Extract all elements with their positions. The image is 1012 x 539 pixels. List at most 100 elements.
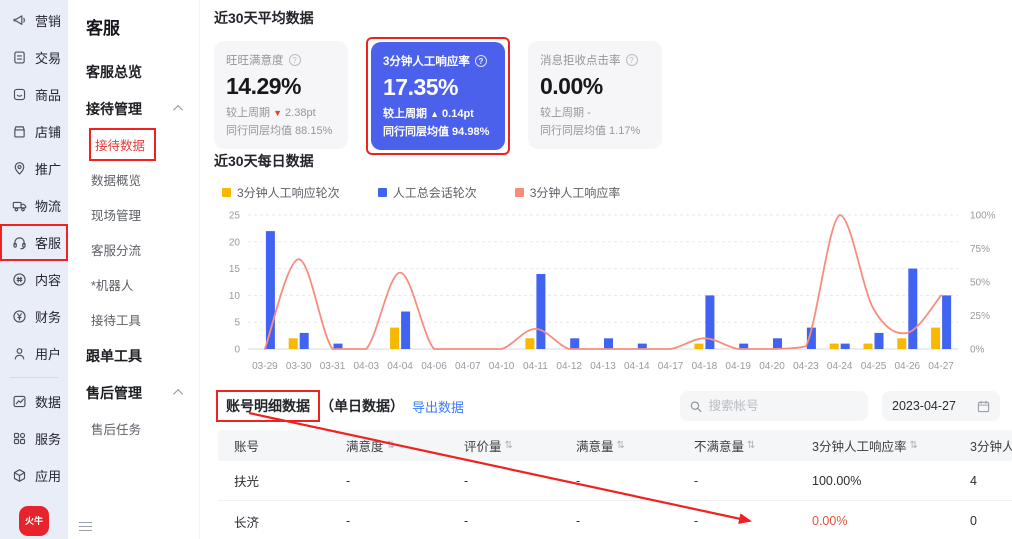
rail-item-megaphone[interactable]: 营销 xyxy=(0,2,68,39)
main-content: 近30天平均数据 旺旺满意度? 14.29% 较上周期 ▼ 2.38pt 同行同层均值… xyxy=(200,0,1012,539)
sidenav-item-接待数据[interactable]: 接待数据 xyxy=(86,127,199,162)
sidenav-item-接待工具[interactable]: 接待工具 xyxy=(86,302,199,337)
sidenav-item-数据概览[interactable]: 数据概览 xyxy=(86,162,199,197)
goods-icon xyxy=(13,88,26,101)
sort-icon[interactable]: ⇅ xyxy=(617,440,625,451)
sidenav-item-label: *机器人 xyxy=(91,279,134,293)
column-header-3分钟人工响应率[interactable]: 3分钟人工响应率 ⇅ xyxy=(796,430,954,461)
sidenav-item-客服分流[interactable]: 客服分流 xyxy=(86,232,199,267)
legend-swatch xyxy=(377,188,387,197)
chevron-up-icon[interactable] xyxy=(173,388,184,399)
sort-icon[interactable]: ⇅ xyxy=(505,440,513,451)
svg-text:0: 0 xyxy=(234,345,240,356)
rail-item-label: 客服 xyxy=(35,236,62,251)
table-row: 长济 - - - - 0.00% 0 xyxy=(218,501,1012,539)
metric-card-消息拒收点击率[interactable]: 消息拒收点击率? 0.00% 较上周期 - 同行同层均值 1.17% xyxy=(528,41,662,149)
table-row: 扶光 - - - - 100.00% 4 xyxy=(218,461,1012,501)
rail-item-document[interactable]: 交易 xyxy=(0,39,68,76)
rail-item-goods[interactable]: 商品 xyxy=(0,76,68,113)
metric-card-旺旺满意度[interactable]: 旺旺满意度? 14.29% 较上周期 ▼ 2.38pt 同行同层均值 88.15% xyxy=(214,41,348,149)
export-data-link[interactable]: 导出数据 xyxy=(412,397,464,416)
column-header-满意度[interactable]: 满意度 ⇅ xyxy=(330,430,448,461)
metric-title: 消息拒收点击率 xyxy=(540,55,621,67)
legend-item-3分钟人工响应轮次[interactable]: 3分钟人工响应轮次 xyxy=(222,184,340,201)
column-header-3分钟人工响应轮次[interactable]: 3分钟人工响应轮次⇅ xyxy=(954,430,1012,461)
legend-label: 3分钟人工响应率 xyxy=(529,186,621,200)
huoniu-app[interactable]: 火牛 xyxy=(19,506,49,536)
svg-text:03-29: 03-29 xyxy=(252,361,278,372)
rail-item-shop[interactable]: 店铺 xyxy=(0,113,68,150)
rail-items: 营销交易商品店铺 推广 物流客服内容 财务用户数据服务 应用 xyxy=(0,2,68,494)
metric-title: 旺旺满意度 xyxy=(226,55,284,67)
legend-item-3分钟人工响应率[interactable]: 3分钟人工响应率 xyxy=(514,184,621,201)
rail-item-label: 数据 xyxy=(35,395,62,410)
pin-icon xyxy=(14,162,25,175)
svg-text:25: 25 xyxy=(229,211,241,222)
help-icon[interactable]: ? xyxy=(474,55,487,67)
help-icon[interactable]: ? xyxy=(288,54,301,66)
column-header-不满意量[interactable]: 不满意量 ⇅ xyxy=(678,430,796,461)
rail-item-hash[interactable]: 内容 xyxy=(0,261,68,298)
cell: 0.00% xyxy=(812,514,848,528)
cell: - xyxy=(346,514,351,528)
sidenav-group-售后管理[interactable]: 售后管理 xyxy=(86,374,199,411)
account-detail-table: 账号 满意度⇅评价量⇅满意量⇅不满意量⇅3分钟人工响应率⇅3分钟人工响应轮次⇅ 扶… xyxy=(218,430,1012,539)
cell: 0 xyxy=(970,514,977,528)
sidenav-group-接待管理[interactable]: 接待管理 xyxy=(86,90,199,127)
search-icon xyxy=(690,400,702,412)
column-header-满意量[interactable]: 满意量 ⇅ xyxy=(560,430,678,461)
cell: - xyxy=(694,473,699,488)
rail-item-label: 商品 xyxy=(35,88,62,103)
chart-icon xyxy=(13,395,26,408)
metric-card-3分钟人工响应率[interactable]: 3分钟人工响应率? 17.35% 较上周期 ▲ 0.14pt 同行同层均值 94.98… xyxy=(371,42,505,150)
metric-cards: 旺旺满意度? 14.29% 较上周期 ▼ 2.38pt 同行同层均值 88.15% 3分… xyxy=(214,37,1012,155)
metric-peer-average: 同行同层均值 1.17% xyxy=(540,125,641,137)
rail-item-grid[interactable]: 服务 xyxy=(0,420,68,457)
date-value: 2023-04-27 xyxy=(892,399,956,413)
chevron-up-icon[interactable] xyxy=(173,104,184,115)
truck-icon xyxy=(12,201,27,212)
svg-text:04-25: 04-25 xyxy=(861,361,887,372)
table-body: 扶光 - - - - 100.00% 4 长济 - - - - 0.00% 0 xyxy=(218,461,1012,539)
svg-text:04-11: 04-11 xyxy=(523,361,548,372)
account-search[interactable] xyxy=(680,391,868,421)
search-input[interactable] xyxy=(708,399,858,413)
rail-item-cube[interactable]: 应用 xyxy=(0,457,68,494)
svg-text:100%: 100% xyxy=(970,211,996,222)
trend-down-icon: ▼ xyxy=(273,108,282,118)
sidenav-item-现场管理[interactable]: 现场管理 xyxy=(86,197,199,232)
collapse-menu-icon[interactable] xyxy=(76,519,95,535)
sort-icon[interactable]: ⇅ xyxy=(909,440,917,451)
sidenav-item-机器人[interactable]: *机器人 xyxy=(86,267,199,302)
metric-trend: 较上周期 ▼ 2.38pt xyxy=(226,107,316,119)
sidenav-group-跟单工具[interactable]: 跟单工具 xyxy=(86,337,199,374)
daily-data-chart: 0 5 10 15 20 25 0% 25% 50% 75% 100% 03-29 03-30 03-31… xyxy=(214,203,1012,380)
svg-text:0%: 0% xyxy=(970,345,985,356)
rail-item-chart[interactable]: 数据 xyxy=(0,383,68,420)
date-picker[interactable]: 2023-04-27 xyxy=(882,391,1000,421)
rail-item-label: 营销 xyxy=(35,14,62,29)
table-header-row: 账号 满意度⇅评价量⇅满意量⇅不满意量⇅3分钟人工响应率⇅3分钟人工响应轮次⇅ xyxy=(218,430,1012,461)
legend-label: 3分钟人工响应轮次 xyxy=(237,186,340,200)
sort-icon[interactable]: ⇅ xyxy=(747,440,755,451)
rail-item-label: 用户 xyxy=(35,347,62,362)
svg-text:04-20: 04-20 xyxy=(759,361,785,372)
column-header-评价量[interactable]: 评价量 ⇅ xyxy=(448,430,560,461)
sidenav-item-售后任务[interactable]: 售后任务 xyxy=(86,411,199,446)
sidenav-group-客服总览[interactable]: 客服总览 xyxy=(86,53,199,90)
rail-item-user[interactable]: 用户 xyxy=(0,335,68,372)
legend-item-人工总会话轮次[interactable]: 人工总会话轮次 xyxy=(377,184,477,201)
svg-text:04-17: 04-17 xyxy=(658,361,684,372)
customer-service-sidenav: 客服 客服总览 接待管理 接待数据 数据概览 现场管理 客服分流 *机器人 接待工具 跟单工具售… xyxy=(68,0,200,539)
rail-item-pin[interactable]: 推广 xyxy=(0,150,68,187)
rail-item-truck[interactable]: 物流 xyxy=(0,187,68,224)
cell: - xyxy=(576,473,581,488)
rail-item-yen[interactable]: 财务 xyxy=(0,298,68,335)
rail-item-headset[interactable]: 客服 xyxy=(0,224,68,261)
table-subtitle: （单日数据） xyxy=(320,398,404,414)
help-icon[interactable]: ? xyxy=(625,54,638,66)
metric-trend: 较上周期 - xyxy=(540,107,591,119)
sidenav-group-label: 售后管理 xyxy=(86,384,142,401)
sort-icon[interactable]: ⇅ xyxy=(387,440,395,451)
cell: - xyxy=(694,514,699,528)
